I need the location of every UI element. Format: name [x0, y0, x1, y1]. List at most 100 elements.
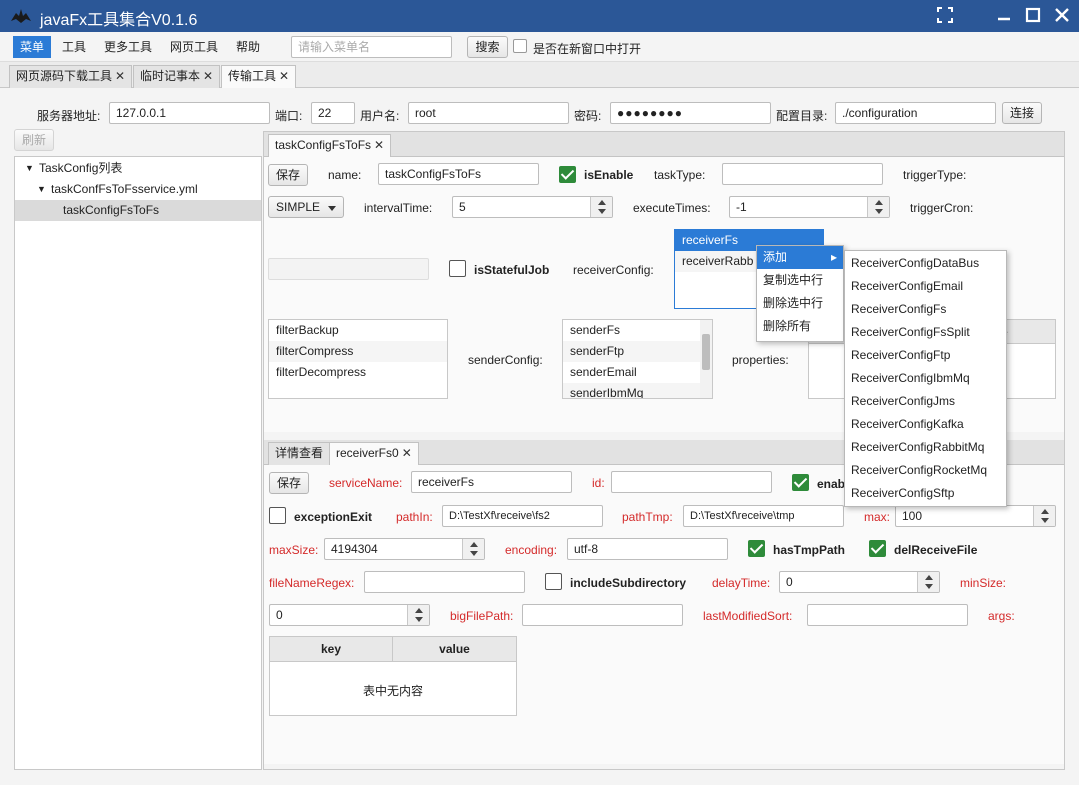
filter-config-list[interactable]: filterBackup filterCompress filterDecomp…	[268, 319, 448, 399]
spinner-arrows[interactable]	[867, 197, 889, 217]
path-in-input[interactable]: D:\TestXf\receive\fs2	[442, 505, 603, 527]
menu-tools[interactable]: 工具	[55, 36, 93, 58]
submenu-item[interactable]: ReceiverConfigKafka	[845, 413, 1006, 436]
args-table[interactable]: key value 表中无内容	[269, 636, 517, 716]
submenu-item[interactable]: ReceiverConfigRabbitMq	[845, 436, 1006, 459]
fullscreen-icon[interactable]	[935, 6, 955, 26]
tab-close-icon[interactable]: ✕	[115, 69, 125, 83]
menu-item-delete-all[interactable]: 删除所有	[757, 315, 843, 338]
submenu-item[interactable]: ReceiverConfigEmail	[845, 275, 1006, 298]
has-tmp-path-checkbox[interactable]	[748, 540, 765, 557]
spinner-arrows[interactable]	[462, 539, 484, 559]
sender-config-list[interactable]: senderFs senderFtp senderEmail senderIbm…	[562, 319, 713, 399]
last-modified-sort-input[interactable]	[807, 604, 968, 626]
path-tmp-input[interactable]: D:\TestXf\receive\tmp	[683, 505, 844, 527]
submenu-item[interactable]: ReceiverConfigFsSplit	[845, 321, 1006, 344]
scrollbar-thumb[interactable]	[702, 334, 710, 370]
max-spinner[interactable]: 100	[895, 505, 1056, 527]
del-receive-file-checkbox[interactable]	[869, 540, 886, 557]
tab-close-icon[interactable]: ✕	[374, 138, 384, 152]
port-input[interactable]: 22	[311, 102, 355, 124]
user-input[interactable]: root	[408, 102, 569, 124]
del-receive-file-label: delReceiveFile	[894, 543, 978, 557]
id-input[interactable]	[611, 471, 772, 493]
list-item[interactable]: senderFs	[563, 320, 712, 341]
submenu-item[interactable]: ReceiverConfigFs	[845, 298, 1006, 321]
big-file-path-input[interactable]	[522, 604, 683, 626]
list-item[interactable]: filterDecompress	[269, 362, 447, 383]
delay-time-spinner[interactable]: 0	[779, 571, 940, 593]
task-save-button[interactable]: 保存	[268, 164, 308, 186]
spinner-arrows[interactable]	[590, 197, 612, 217]
menu-item-add[interactable]: 添加 ▸	[757, 246, 843, 269]
submenu-item[interactable]: ReceiverConfigIbmMq	[845, 367, 1006, 390]
name-input[interactable]: taskConfigFsToFs	[378, 163, 539, 185]
list-item[interactable]: senderIbmMq	[563, 383, 712, 398]
close-icon[interactable]	[1052, 6, 1072, 26]
spinner-arrows[interactable]	[407, 605, 429, 625]
trigger-cron-input[interactable]	[268, 258, 429, 280]
expand-arrow-icon[interactable]: ▼	[37, 179, 46, 200]
tree-item-task[interactable]: taskConfigFsToFs	[15, 200, 261, 221]
connect-button[interactable]: 连接	[1002, 102, 1042, 124]
menu-search-input[interactable]: 请输入菜单名	[291, 36, 452, 58]
path-in-label: pathIn:	[396, 510, 433, 524]
list-item[interactable]: filterCompress	[269, 341, 447, 362]
menu-help[interactable]: 帮助	[229, 36, 267, 58]
detail-save-button[interactable]: 保存	[269, 472, 309, 494]
menu-item-delete-row[interactable]: 删除选中行	[757, 292, 843, 315]
menu-more-tools[interactable]: 更多工具	[97, 36, 159, 58]
submenu-item[interactable]: ReceiverConfigDataBus	[845, 252, 1006, 275]
trigger-type-select[interactable]: SIMPLE	[268, 196, 344, 218]
submenu-item[interactable]: ReceiverConfigFtp	[845, 344, 1006, 367]
tree-item-root[interactable]: ▼ TaskConfig列表	[15, 158, 261, 179]
min-size-spinner[interactable]: 0	[269, 604, 430, 626]
tree-item-yml[interactable]: ▼ taskConfFsToFsservice.yml	[15, 179, 261, 200]
file-name-regex-input[interactable]	[364, 571, 525, 593]
menu-web-tools[interactable]: 网页工具	[163, 36, 225, 58]
tab-close-icon[interactable]: ✕	[203, 69, 213, 83]
column-header-key[interactable]: key	[270, 637, 393, 661]
empty-table-placeholder: 表中无内容	[362, 684, 423, 698]
spinner-arrows[interactable]	[917, 572, 939, 592]
is-stateful-job-checkbox[interactable]	[449, 260, 466, 277]
server-input[interactable]: 127.0.0.1	[109, 102, 270, 124]
enable-checkbox[interactable]	[792, 474, 809, 491]
refresh-button[interactable]: 刷新	[14, 129, 54, 151]
list-item[interactable]: filterBackup	[269, 320, 447, 341]
scrollbar[interactable]	[700, 320, 712, 398]
password-input[interactable]: ●●●●●●●●	[610, 102, 771, 124]
tab-web-source[interactable]: 网页源码下载工具 ✕	[9, 65, 133, 88]
service-name-input[interactable]: receiverFs	[411, 471, 572, 493]
tab-task-config[interactable]: taskConfigFsToFs ✕	[268, 134, 392, 157]
tab-receiver-fs0[interactable]: receiverFs0 ✕	[329, 442, 419, 465]
tab-transfer-tool[interactable]: 传输工具 ✕	[221, 65, 297, 88]
include-subdirectory-checkbox[interactable]	[545, 573, 562, 590]
submenu-item[interactable]: ReceiverConfigJms	[845, 390, 1006, 413]
list-item[interactable]: senderFtp	[563, 341, 712, 362]
execute-times-spinner[interactable]: -1	[729, 196, 890, 218]
config-dir-input[interactable]: ./configuration	[835, 102, 996, 124]
encoding-input[interactable]: utf-8	[567, 538, 728, 560]
new-window-checkbox[interactable]	[513, 39, 527, 53]
is-enable-checkbox[interactable]	[559, 166, 576, 183]
spinner-arrows[interactable]	[1033, 506, 1055, 526]
tab-detail-view[interactable]: 详情查看	[268, 442, 331, 465]
expand-arrow-icon[interactable]: ▼	[25, 158, 34, 179]
max-size-spinner[interactable]: 4194304	[324, 538, 485, 560]
interval-time-spinner[interactable]: 5	[452, 196, 613, 218]
search-button[interactable]: 搜索	[467, 36, 508, 58]
submenu-item[interactable]: ReceiverConfigRocketMq	[845, 459, 1006, 482]
column-header-value[interactable]: value	[393, 637, 516, 661]
maximize-icon[interactable]	[1023, 6, 1043, 26]
menu-main[interactable]: 菜单	[13, 36, 52, 58]
exception-exit-checkbox[interactable]	[269, 507, 286, 524]
minimize-icon[interactable]	[994, 6, 1014, 26]
tab-notepad[interactable]: 临时记事本 ✕	[133, 65, 221, 88]
list-item[interactable]: senderEmail	[563, 362, 712, 383]
submenu-item[interactable]: ReceiverConfigSftp	[845, 482, 1006, 505]
menu-item-copy-row[interactable]: 复制选中行	[757, 269, 843, 292]
tab-close-icon[interactable]: ✕	[402, 446, 412, 460]
tab-close-icon[interactable]: ✕	[279, 69, 289, 83]
task-type-input[interactable]	[722, 163, 883, 185]
